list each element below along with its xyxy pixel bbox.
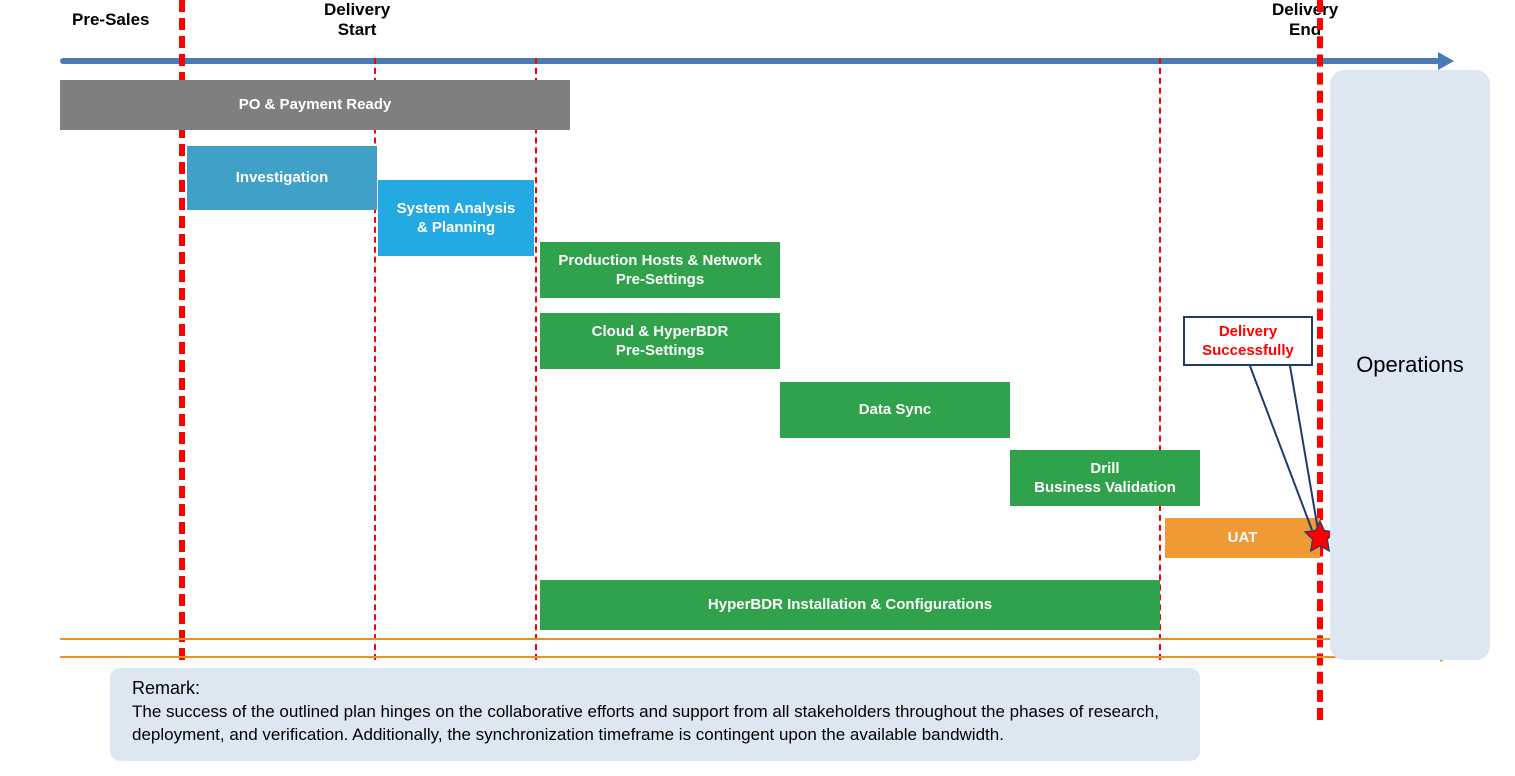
remark-body: The success of the outlined plan hinges … [132,701,1184,747]
remark-title: Remark: [132,678,1184,699]
callout-delivery-success: Delivery Successfully [1183,316,1313,366]
orange-arrow-2 [60,656,1440,658]
bar-po-payment: PO & Payment Ready [60,80,570,130]
bar-hyperbdr-install: HyperBDR Installation & Configurations [540,580,1160,630]
bar-system-analysis: System Analysis & Planning [378,180,534,256]
milestone-label-pre-sales: Pre-Sales [72,10,150,30]
bar-prod-hosts: Production Hosts & Network Pre-Settings [540,242,780,298]
bar-investigation: Investigation [187,146,377,210]
operations-panel: Operations [1330,70,1490,660]
guide-uat-start [1159,58,1161,660]
guide-delivery-end [1317,0,1323,720]
timeline-axis [60,58,1440,64]
bar-cloud-hyperbdr: Cloud & HyperBDR Pre-Settings [540,313,780,369]
bar-data-sync: Data Sync [780,382,1010,438]
milestone-label-delivery-start: Delivery Start [324,0,390,41]
milestone-label-delivery-end: Delivery End [1272,0,1338,41]
gantt-diagram: Pre-Sales Delivery Start Delivery End PO… [0,0,1515,776]
bar-uat: UAT [1165,518,1320,558]
orange-arrow-1 [60,638,1440,640]
bar-drill: Drill Business Validation [1010,450,1200,506]
guide-planning-end [535,58,537,660]
remark-box: Remark: The success of the outlined plan… [110,668,1200,761]
